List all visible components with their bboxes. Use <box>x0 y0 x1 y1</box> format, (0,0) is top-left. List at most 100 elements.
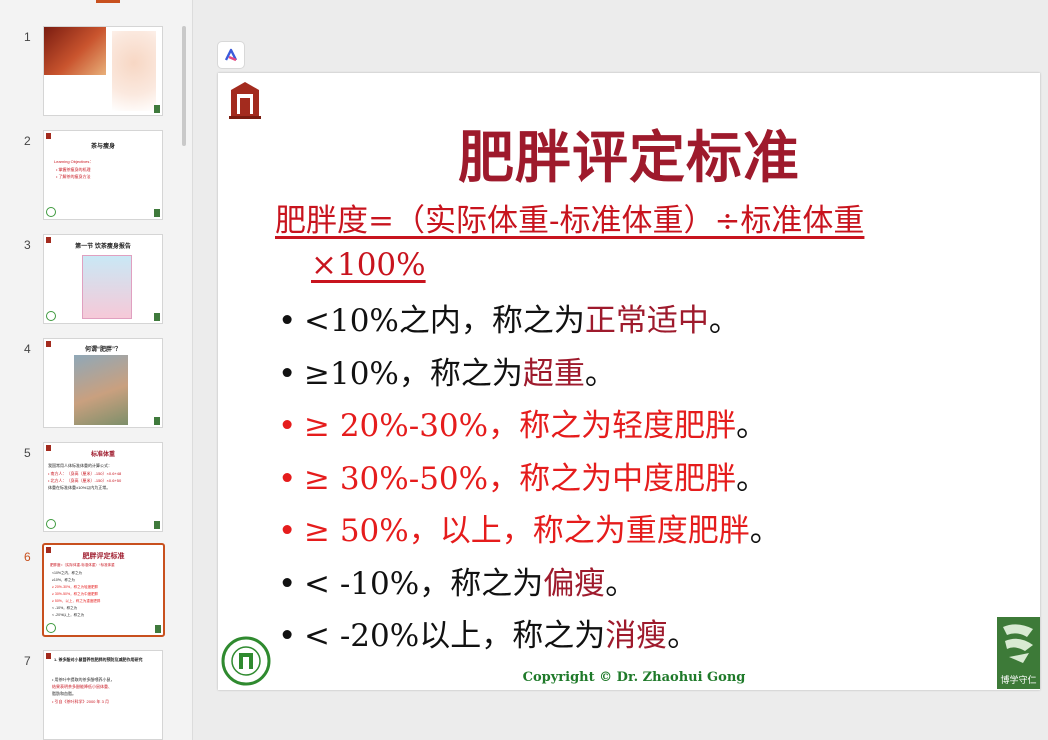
bullet-dot: • <box>278 355 297 392</box>
thumbnail-line: <10%之内，称之为 <box>52 571 83 575</box>
thumbnail-line: ≥ 50%，以上，称之为重度肥胖 <box>52 599 101 603</box>
slide-thumbnail-3[interactable]: 第一节 饮茶瘦身报告 <box>43 234 163 324</box>
thumbnail-line: < -10%，称之为 <box>52 606 78 610</box>
thumbnail-number: 7 <box>24 654 31 668</box>
corner-logo-icon <box>154 209 160 217</box>
cartoon-girl-image <box>82 255 132 319</box>
bullet-dot: • <box>278 513 297 549</box>
thumbnail-line: 肥胖度=（实际体重-标准体重）÷标准体重 <box>50 563 115 567</box>
photo-image <box>74 355 128 425</box>
slide-thumbnail-7[interactable]: 1. 茶多酚对小鼠营养性肥胖的预防及减肥作用研究 • 用茶叶中提取的茶多酚喂养小… <box>43 650 163 740</box>
thumbnail-line: • 北方人：（身高（厘米）-150）×0.6+50 <box>48 478 122 483</box>
slide-thumbnail-1[interactable] <box>43 26 163 116</box>
thumbnail-number: 1 <box>24 30 31 44</box>
list-item: • ≥ 50%，以上，称之为重度肥胖。 <box>278 505 1018 558</box>
slide-thumbnail-5[interactable]: 标准体重 我国常用人体标准体重的计算公式： • 南方人：（身高（厘米）-150）… <box>43 442 163 532</box>
slide-canvas[interactable]: 肥胖评定标准 肥胖度=（实际体重-标准体重）÷标准体重 ×100% • <10%之… <box>218 73 1040 690</box>
list-item: • <10%之内，称之为正常适中。 <box>278 295 1018 348</box>
thumbnail-line: Learning Objectives： <box>54 159 94 164</box>
thumbnail-number: 2 <box>24 134 31 148</box>
bullet-dot: • <box>278 408 297 444</box>
bullet-end: 。 <box>736 408 768 444</box>
thumbnail-title: 标准体重 <box>90 452 115 458</box>
thumbnail-line: ≥ 30%-50%，称之为中度肥胖 <box>52 592 99 596</box>
copyright-text: Copyright © Dr. Zhaohui Gong <box>522 670 746 685</box>
bullet-end: 。 <box>749 513 781 549</box>
bullet-end: 。 <box>584 355 616 392</box>
bullet-dot: • <box>278 460 297 497</box>
corner-logo-icon <box>154 521 160 529</box>
list-item: • ≥10%，称之为超重。 <box>278 348 1018 401</box>
thumbnail-line: • 掌握茶瘦身的机理 <box>56 167 91 172</box>
thumbnail-line: • 南方人：（身高（厘米）-150）×0.6+48 <box>48 471 122 476</box>
thumbnail-line: • 用茶叶中提取的茶多酚喂养小鼠， <box>52 677 115 682</box>
bullet-highlight: 超重 <box>522 355 585 392</box>
slide-thumbnail-4[interactable]: 何谓“肥胖”？ <box>43 338 163 428</box>
school-logo-icon <box>46 133 51 139</box>
corner-logo-caption: 博学守仁 <box>1000 676 1037 686</box>
list-item: • < -10%，称之为偏瘦。 <box>278 558 1018 611</box>
bullet-end: 。 <box>667 618 699 654</box>
bullet-highlight: 消瘦 <box>605 618 668 654</box>
corner-logo-icon <box>154 313 160 321</box>
university-seal-icon <box>46 623 56 633</box>
corner-logo-icon: 博学守仁 <box>997 617 1040 689</box>
thumbnail-number: 3 <box>24 238 31 252</box>
panel-top-marker <box>96 0 120 3</box>
tea-photo <box>44 27 106 75</box>
thumbnail-line: 结果表明茶多酚能降低小鼠体重、 <box>52 684 112 689</box>
bullet-text: ≥ 30%-50%，称之为中度肥胖 <box>304 460 737 497</box>
ai-assistant-button[interactable] <box>217 41 245 69</box>
corner-logo-graphic <box>1003 624 1033 663</box>
thumbnail-title: 1. 茶多酚对小鼠营养性肥胖的预防及减肥作用研究 <box>54 657 143 662</box>
formula-line-2: ×100% <box>311 247 426 283</box>
university-seal-icon <box>46 311 56 321</box>
university-seal-icon <box>46 207 56 217</box>
bullet-text: ≥ 20%-30%，称之为轻度肥胖 <box>304 408 737 444</box>
bullet-highlight: 正常适中 <box>584 303 709 339</box>
thumbnail-line: ≥ 20%-30%，称之为轻度肥胖 <box>52 585 99 589</box>
body-figure-image <box>112 31 156 111</box>
thumbnail-line: 脂肪和血脂。 <box>52 691 76 696</box>
thumbnail-number: 5 <box>24 446 31 460</box>
formula-line-1: 肥胖度=（实际体重-标准体重）÷标准体重 <box>275 203 865 239</box>
thumbnail-number: 6 <box>24 550 31 564</box>
bullet-highlight: 偏瘦 <box>543 565 606 602</box>
slide-thumbnail-2[interactable]: 茶与瘦身 Learning Objectives： • 掌握茶瘦身的机理 • 了… <box>43 130 163 220</box>
slide-title: 肥胖评定标准 <box>458 126 800 191</box>
bullet-text: < -10%，称之为 <box>304 565 544 602</box>
list-item: • ≥ 30%-50%，称之为中度肥胖。 <box>278 453 1018 506</box>
bullet-text: <10%之内，称之为 <box>304 303 585 339</box>
thumbnail-scrollbar[interactable] <box>182 26 186 146</box>
slide-thumbnail-panel: 1 2 茶与瘦身 Learning Objectives： • 掌握茶瘦身的机理… <box>0 0 193 740</box>
ai-assistant-icon <box>224 48 238 62</box>
thumbnail-title: 何谓“肥胖”？ <box>84 347 121 353</box>
thumbnail-line: 我国常用人体标准体重的计算公式： <box>48 463 112 468</box>
formula-text: 肥胖度=（实际体重-标准体重）÷标准体重 ×100% <box>275 199 995 287</box>
thumbnail-line: 体重在标准体重±10%以内为正常。 <box>48 485 111 490</box>
corner-logo-icon <box>155 625 161 633</box>
thumbnail-line: < -20%以上，称之为 <box>52 613 85 617</box>
thumbnail-title: 肥胖评定标准 <box>82 553 125 560</box>
university-seal-icon <box>46 519 56 529</box>
bullet-dot: • <box>278 565 297 602</box>
list-item: • ≥ 20%-30%，称之为轻度肥胖。 <box>278 400 1018 453</box>
corner-logo-icon <box>154 105 160 113</box>
bullet-end: 。 <box>605 565 637 602</box>
thumbnail-line: • 引自《茶叶科学》2000 年 3 月 <box>52 699 109 704</box>
bullet-dot: • <box>278 303 297 339</box>
bullet-end: 。 <box>708 303 740 339</box>
list-item: • < -20%以上，称之为消瘦。 <box>278 610 1018 663</box>
thumbnail-line: ≥10%，称之为 <box>52 578 75 582</box>
bullet-dot: • <box>278 618 297 654</box>
thumbnail-title: 第一节 饮茶瘦身报告 <box>75 244 131 250</box>
thumbnail-title: 茶与瘦身 <box>90 144 115 150</box>
criteria-list: • <10%之内，称之为正常适中。 • ≥10%，称之为超重。 • ≥ 20%-30%… <box>278 295 1018 663</box>
bullet-text: ≥ 50%，以上，称之为重度肥胖 <box>304 513 750 549</box>
thumbnail-number: 4 <box>24 342 31 356</box>
thumbnail-line: • 了解茶的瘦身方法 <box>56 174 91 179</box>
school-logo-icon <box>46 653 51 659</box>
bullet-end: 。 <box>736 460 768 497</box>
bullet-text: < -20%以上，称之为 <box>304 618 606 654</box>
slide-thumbnail-6[interactable]: 肥胖评定标准 肥胖度=（实际体重-标准体重）÷标准体重 <10%之内，称之为 ≥… <box>42 543 165 637</box>
